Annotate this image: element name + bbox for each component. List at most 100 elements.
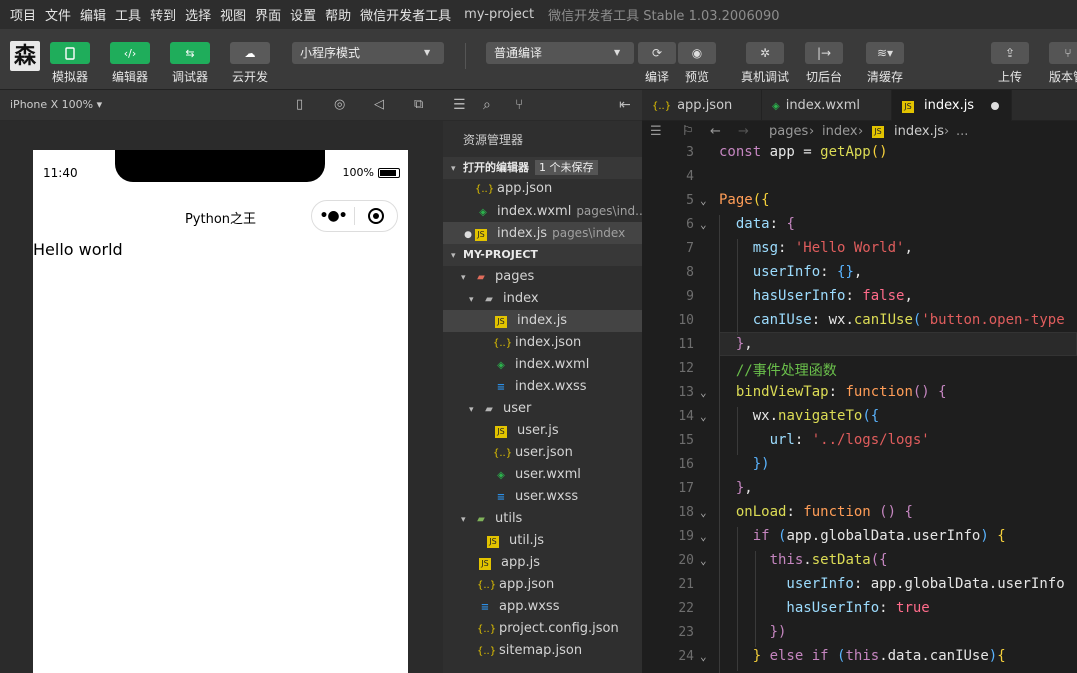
search-icon[interactable]: ⌕ xyxy=(483,97,491,113)
device-select[interactable]: iPhone X 100% ▾ xyxy=(10,98,102,111)
open-file-item-active[interactable]: ● JS index.js pages\index xyxy=(443,222,642,244)
tree-file[interactable]: ≡ index.wxss xyxy=(443,376,642,398)
more-icon[interactable]: •●• xyxy=(312,208,354,224)
code-token: true xyxy=(896,600,930,616)
code-token: : xyxy=(786,504,804,520)
file-name: app.json xyxy=(497,181,553,196)
tab-index-wxml[interactable]: ◈ index.wxml xyxy=(762,90,892,121)
tree-file[interactable]: {..} user.json xyxy=(443,442,642,464)
record-icon[interactable]: ◎ xyxy=(334,97,345,112)
open-file-item[interactable]: {..} app.json xyxy=(443,178,642,200)
breadcrumb-item[interactable]: ... xyxy=(956,121,968,143)
compile-mode-select[interactable]: 普通编译 ▼ xyxy=(486,42,634,64)
clear-cache-label: 清缓存 xyxy=(866,70,903,84)
code-token: . xyxy=(769,408,779,424)
editor-toggle-button[interactable]: ‹/› 编辑器 xyxy=(110,42,150,85)
tree-file[interactable]: {..} sitemap.json xyxy=(443,640,642,662)
preview-button[interactable]: ◉ 预览 xyxy=(678,42,716,85)
simulator-toggle-button[interactable]: 模拟器 xyxy=(50,42,90,85)
tree-folder[interactable]: ▾ ▰ index xyxy=(443,288,642,310)
tree-file[interactable]: ≡ app.wxss xyxy=(443,596,642,618)
list-icon[interactable]: ☰ xyxy=(650,121,662,143)
fold-chevron-icon[interactable]: ⌄ xyxy=(700,386,707,399)
code-token: ) xyxy=(980,528,998,544)
menu-item-edit[interactable]: 编辑 xyxy=(80,5,106,24)
menu-item-help[interactable]: 帮助 xyxy=(325,5,351,24)
tree-file[interactable]: {..} app.json xyxy=(443,574,642,596)
tree-file[interactable]: JS util.js xyxy=(443,530,642,552)
code-token: }) xyxy=(719,624,787,640)
phone-icon[interactable]: ▯ xyxy=(296,97,303,112)
list-icon[interactable]: ☰ xyxy=(453,97,466,113)
tab-index-js[interactable]: JS index.js xyxy=(892,90,1012,121)
project-section[interactable]: ▾ MY-PROJECT xyxy=(443,244,642,266)
volume-icon[interactable]: ◁ xyxy=(374,97,384,112)
code-line: wx.navigateTo({ xyxy=(719,408,879,424)
upload-button[interactable]: ⇪ 上传 xyxy=(991,42,1029,85)
version-button[interactable]: ⑂ 版本管 xyxy=(1049,42,1077,85)
bookmark-icon[interactable]: ⚐ xyxy=(682,121,694,143)
fold-chevron-icon[interactable]: ⌄ xyxy=(700,650,707,663)
breadcrumb-item[interactable]: index xyxy=(822,121,858,143)
tree-folder[interactable]: ▾ ▰ pages xyxy=(443,266,642,288)
tree-file[interactable]: JS app.js xyxy=(443,552,642,574)
code-line: url: '../logs/logs' xyxy=(719,432,930,448)
collapse-panel-icon[interactable]: ⇤ xyxy=(619,97,631,113)
remote-debug-button[interactable]: ✲ 真机调试 xyxy=(741,42,789,85)
menu-item-tools[interactable]: 工具 xyxy=(115,5,141,24)
back-arrow-icon[interactable]: ← xyxy=(710,121,721,143)
menu-item-select[interactable]: 选择 xyxy=(185,5,211,24)
tree-file-active[interactable]: JS index.js xyxy=(443,310,642,332)
git-branch-icon[interactable]: ⑂ xyxy=(515,97,523,113)
open-editors-section[interactable]: ▾ 打开的编辑器 1 个未保存 xyxy=(443,157,642,179)
tree-file[interactable]: {..} index.json xyxy=(443,332,642,354)
cloud-dev-button[interactable]: ☁ 云开发 xyxy=(230,42,270,85)
tree-file[interactable]: ◈ index.wxml xyxy=(443,354,642,376)
tree-folder[interactable]: ▾ ▰ utils xyxy=(443,508,642,530)
tree-file[interactable]: ◈ user.wxml xyxy=(443,464,642,486)
mode-select[interactable]: 小程序模式 ▼ xyxy=(292,42,444,64)
menu-item-settings[interactable]: 设置 xyxy=(290,5,316,24)
compile-button[interactable]: ⟳ 编译 xyxy=(638,42,676,85)
code-token: { xyxy=(904,504,913,520)
phone-screen[interactable]: 11:40 100% Python之王 •●• Hello world xyxy=(33,150,408,673)
fold-chevron-icon[interactable]: ⌄ xyxy=(700,506,707,519)
capsule-menu[interactable]: •●• xyxy=(311,200,398,232)
breadcrumb-item[interactable]: pages xyxy=(769,121,808,143)
menu-item-view[interactable]: 视图 xyxy=(220,5,246,24)
avatar[interactable]: 森 xyxy=(10,41,40,71)
background-button[interactable]: |→ 切后台 xyxy=(805,42,843,85)
tree-file[interactable]: {..} project.config.json xyxy=(443,618,642,640)
tree-file[interactable]: JS user.js xyxy=(443,420,642,442)
fold-chevron-icon[interactable]: ⌄ xyxy=(700,554,707,567)
code-editor[interactable]: 3 const app = getApp() 4 5 ⌄ Page({6 ⌄ data: {… xyxy=(642,143,1077,673)
close-target-icon[interactable] xyxy=(355,208,397,224)
menu-item-project[interactable]: 项目 xyxy=(10,5,36,24)
code-token: this xyxy=(845,648,880,664)
menu-item-file[interactable]: 文件 xyxy=(45,5,71,24)
tab-app-json[interactable]: {..} app.json xyxy=(642,90,762,121)
menu-item-goto[interactable]: 转到 xyxy=(150,5,176,24)
forward-arrow-icon[interactable]: → xyxy=(738,121,749,143)
code-line: //事件处理函数 xyxy=(719,360,837,380)
unsaved-dot-icon[interactable] xyxy=(991,102,999,110)
clear-cache-button[interactable]: ≋▾ 清缓存 xyxy=(866,42,904,85)
fold-chevron-icon[interactable]: ⌄ xyxy=(700,410,707,423)
menu-item-interface[interactable]: 界面 xyxy=(255,5,281,24)
debugger-toggle-button[interactable]: ⇆ 调试器 xyxy=(170,42,210,85)
menu-item-devtools[interactable]: 微信开发者工具 xyxy=(360,5,451,24)
open-file-item[interactable]: ◈ index.wxml pages\ind... xyxy=(443,200,642,222)
tree-file[interactable]: ≡ user.wxss xyxy=(443,486,642,508)
fold-chevron-icon[interactable]: ⌄ xyxy=(700,194,707,207)
unsaved-dot-icon: ● xyxy=(464,230,472,240)
code-token: . xyxy=(904,528,913,544)
window-icon[interactable]: ⧉ xyxy=(414,97,423,112)
fold-chevron-icon[interactable]: ⌄ xyxy=(700,530,707,543)
breadcrumb-item[interactable]: index.js xyxy=(894,121,944,143)
fold-chevron-icon[interactable]: ⌄ xyxy=(700,218,707,231)
tree-folder[interactable]: ▾ ▰ user xyxy=(443,398,642,420)
window-app-version: 微信开发者工具 Stable 1.03.2006090 xyxy=(548,9,780,24)
preview-label: 预览 xyxy=(684,70,709,84)
caret-down-icon: ▾ xyxy=(461,515,466,525)
tree-item-label: app.json xyxy=(499,577,555,592)
